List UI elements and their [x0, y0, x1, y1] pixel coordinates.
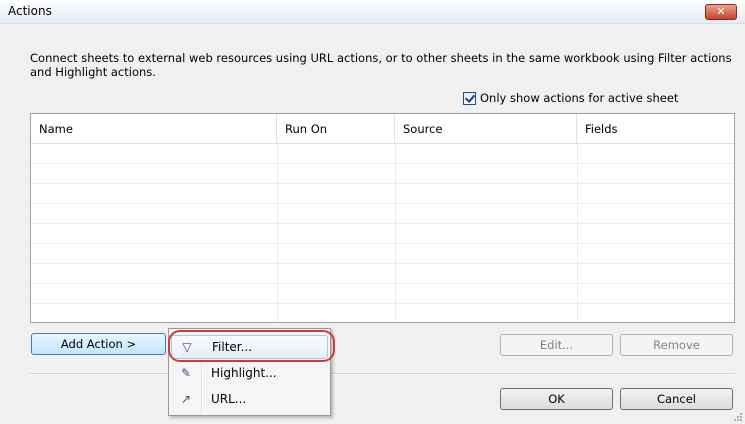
- column-header-fields[interactable]: Fields: [577, 114, 734, 144]
- table-row[interactable]: [31, 144, 734, 164]
- menu-item-label: Highlight...: [211, 366, 277, 380]
- window-title: Actions: [8, 4, 52, 18]
- title-bar: Actions ✕: [0, 0, 745, 24]
- ok-button[interactable]: OK: [500, 388, 613, 410]
- table-header: Name Run On Source Fields: [31, 114, 734, 144]
- cancel-button[interactable]: Cancel: [620, 388, 733, 410]
- close-button[interactable]: ✕: [705, 4, 737, 20]
- only-active-label: Only show actions for active sheet: [480, 91, 679, 105]
- column-header-run-on[interactable]: Run On: [277, 114, 395, 144]
- table-row[interactable]: [31, 304, 734, 322]
- dialog-description: Connect sheets to external web resources…: [30, 51, 732, 79]
- table-row[interactable]: [31, 204, 734, 224]
- menu-item-label: URL...: [211, 392, 247, 406]
- link-icon: ↗: [180, 392, 192, 406]
- edit-button[interactable]: Edit...: [500, 334, 613, 356]
- footer-separator: [30, 373, 735, 375]
- actions-table[interactable]: Name Run On Source Fields: [30, 113, 735, 323]
- table-row[interactable]: [31, 244, 734, 264]
- column-header-source[interactable]: Source: [395, 114, 577, 144]
- checkbox-checked-icon[interactable]: [463, 91, 476, 105]
- close-icon: ✕: [716, 5, 726, 18]
- table-row[interactable]: [31, 264, 734, 284]
- actions-dialog: Actions ✕ Connect sheets to external web…: [0, 0, 745, 424]
- highlighter-icon: ✎: [180, 366, 192, 380]
- table-row[interactable]: [31, 184, 734, 204]
- annotation-highlight-ring: [168, 330, 335, 362]
- table-row[interactable]: [31, 164, 734, 184]
- table-row[interactable]: [31, 284, 734, 304]
- only-active-checkbox[interactable]: Only show actions for active sheet: [463, 90, 678, 106]
- add-action-button[interactable]: Add Action >: [31, 333, 166, 355]
- resize-grip-icon[interactable]: [733, 412, 743, 422]
- remove-button[interactable]: Remove: [620, 334, 733, 356]
- menu-item-url[interactable]: ↗ URL...: [171, 387, 328, 411]
- menu-item-highlight[interactable]: ✎ Highlight...: [171, 361, 328, 385]
- table-row[interactable]: [31, 224, 734, 244]
- column-header-name[interactable]: Name: [31, 114, 277, 144]
